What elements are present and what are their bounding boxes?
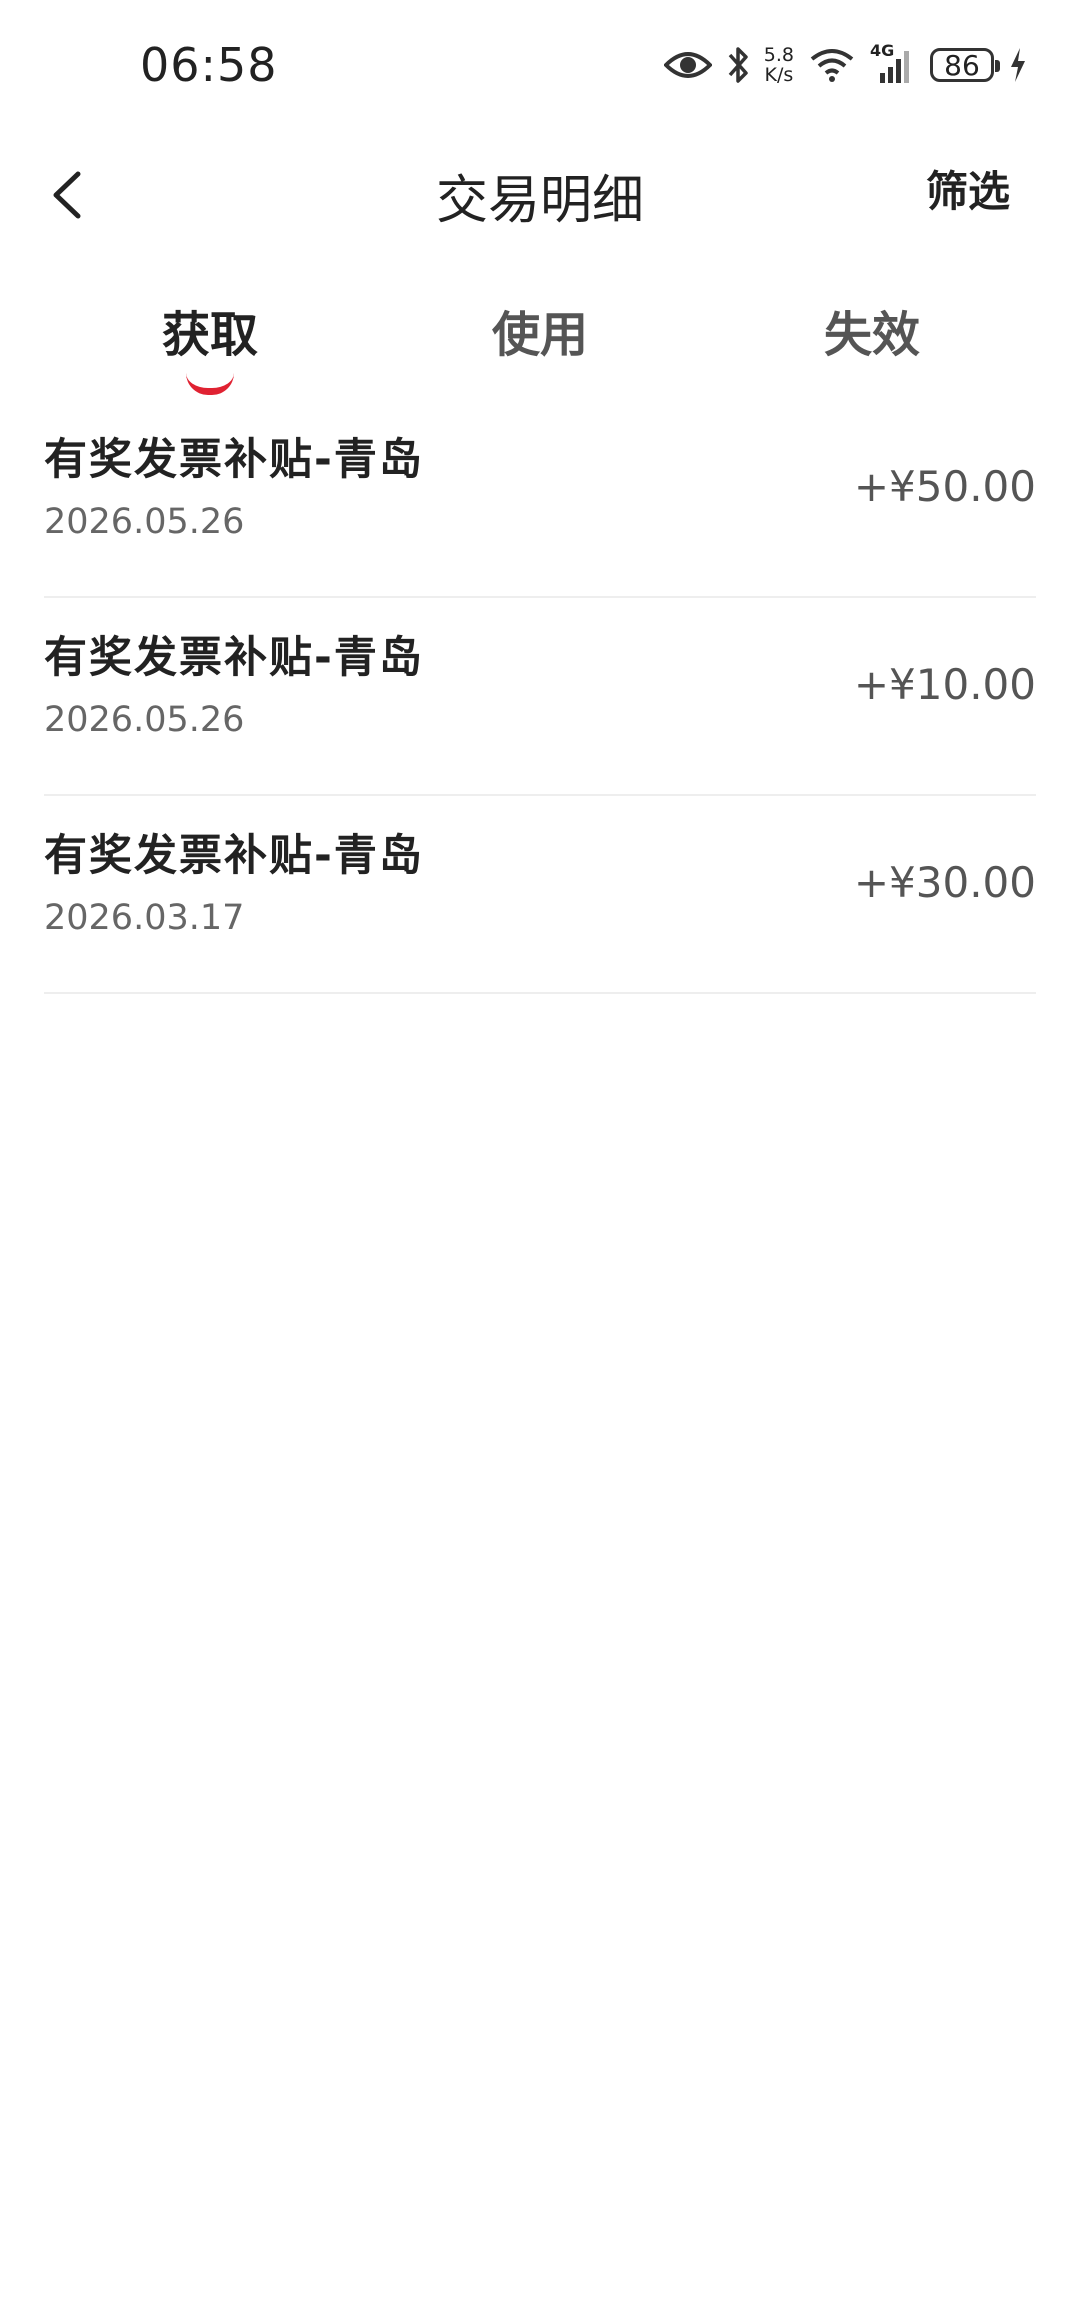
status-time: 06:58 (140, 38, 278, 92)
transaction-title: 有奖发票补贴-青岛 (44, 435, 424, 485)
header: 交易明细 筛选 (0, 130, 1080, 260)
transaction-item[interactable]: 有奖发票补贴-青岛 2026.03.17 +¥30.00 (44, 796, 1036, 994)
transaction-date: 2026.03.17 (44, 898, 245, 938)
transaction-list: 有奖发票补贴-青岛 2026.05.26 +¥50.00 有奖发票补贴-青岛 2… (44, 400, 1036, 994)
transaction-amount: +¥10.00 (853, 660, 1036, 709)
battery-icon: 86 (930, 48, 1000, 82)
active-tab-indicator (186, 373, 234, 395)
page-title: 交易明细 (435, 171, 644, 231)
net-speed-value: 5.8 (763, 44, 794, 66)
status-bar: 06:58 5.8 K/s 4G 86 (0, 0, 1080, 130)
filter-button[interactable]: 筛选 (926, 158, 1010, 219)
transaction-amount: +¥50.00 (853, 462, 1036, 511)
eye-icon (663, 49, 712, 81)
transaction-item[interactable]: 有奖发票补贴-青岛 2026.05.26 +¥10.00 (44, 598, 1036, 796)
transaction-amount: +¥30.00 (853, 858, 1036, 907)
charging-icon (1008, 46, 1028, 84)
transaction-date: 2026.05.26 (44, 502, 245, 542)
signal-icon: 4G (870, 41, 916, 85)
status-icons: 5.8 K/s 4G 86 (663, 40, 1028, 90)
transaction-item[interactable]: 有奖发票补贴-青岛 2026.05.26 +¥50.00 (44, 400, 1036, 598)
battery-level: 86 (944, 48, 980, 82)
transaction-date: 2026.05.26 (44, 700, 245, 740)
transaction-title: 有奖发票补贴-青岛 (44, 633, 424, 683)
wifi-icon (808, 47, 856, 83)
net-speed-unit: K/s (764, 64, 794, 86)
tab-expired[interactable]: 失效 (772, 295, 972, 365)
tab-bar: 获取 使用 失效 (0, 285, 1080, 395)
transaction-title: 有奖发票补贴-青岛 (44, 831, 424, 881)
net-speed: 5.8 K/s (764, 45, 794, 85)
tab-use[interactable]: 使用 (440, 295, 640, 365)
bluetooth-icon (726, 45, 750, 85)
tab-acquire[interactable]: 获取 (110, 295, 310, 365)
